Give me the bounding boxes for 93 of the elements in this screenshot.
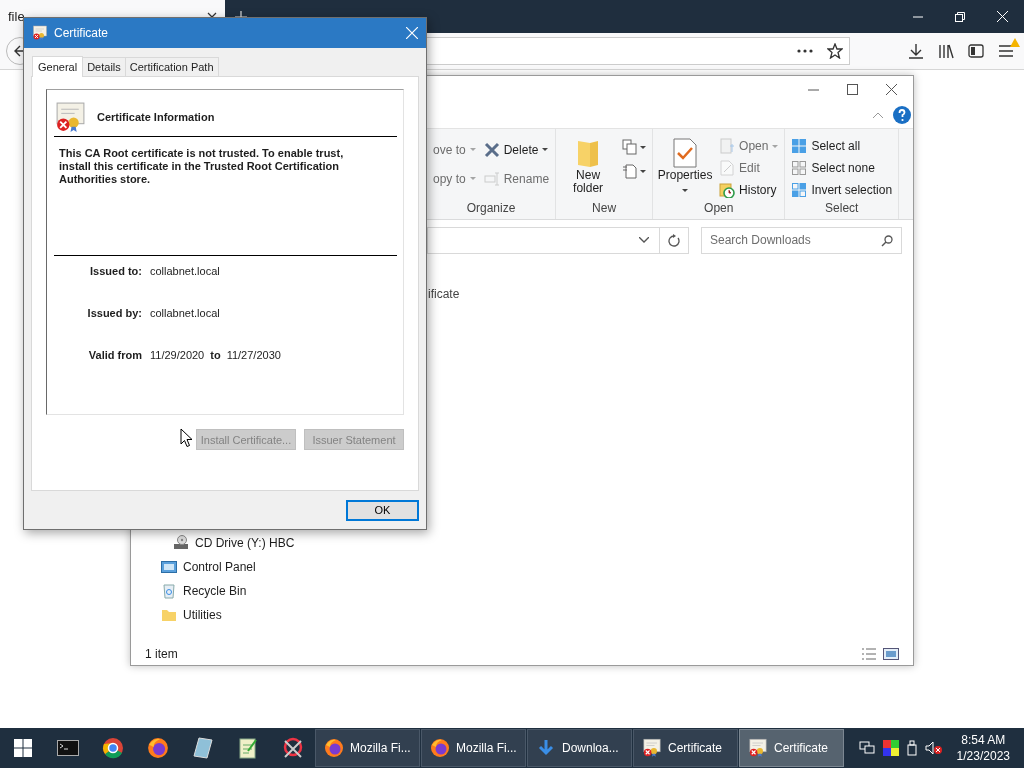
certificate-icon — [32, 25, 48, 41]
more-icon[interactable] — [797, 49, 813, 53]
field-label: Issued to: — [89, 265, 142, 279]
empty-grid-icon — [791, 160, 808, 176]
ribbon-group-label: Organize — [465, 201, 517, 217]
ribbon-button[interactable]: History — [719, 179, 779, 201]
maximize-icon[interactable] — [847, 83, 858, 95]
copy-icon — [622, 139, 639, 155]
nav-item[interactable]: CD Drive (Y:) HBC — [161, 531, 913, 555]
search-field[interactable]: Search Downloads — [701, 226, 902, 254]
date-value: 11/29/2020 — [150, 349, 205, 363]
field-label: Valid from — [87, 349, 142, 363]
caret-icon — [772, 144, 779, 148]
field-value: collabnet.local — [150, 307, 220, 319]
nav-item[interactable]: Utilities — [161, 603, 913, 627]
item-count: 1 item — [145, 647, 178, 661]
color-app-icon[interactable] — [882, 740, 899, 756]
grid-icon — [791, 138, 808, 154]
library-icon[interactable] — [938, 43, 954, 59]
taskbar-button[interactable]: Downloa... — [527, 729, 632, 767]
caret-icon — [682, 189, 689, 192]
tab-title: file — [8, 9, 25, 24]
notepad-plus-icon[interactable] — [237, 737, 258, 759]
restore-icon[interactable] — [955, 11, 965, 22]
ribbon-button[interactable]: Properties — [659, 135, 712, 195]
certificate-icon — [748, 738, 768, 758]
ribbon-button[interactable]: Select all — [791, 135, 893, 157]
certificate-icon — [54, 100, 87, 134]
nav-item[interactable]: Recycle Bin — [161, 579, 913, 603]
muted-speaker-icon[interactable] — [924, 741, 943, 755]
document-icon — [622, 163, 639, 179]
large-icons-view-icon[interactable] — [883, 648, 899, 660]
help-icon[interactable] — [893, 106, 911, 124]
ribbon-button[interactable]: Select none — [791, 157, 893, 179]
chevron-down-icon[interactable] — [639, 237, 649, 243]
windows-icon[interactable] — [13, 739, 32, 757]
tab[interactable]: Certification Path — [124, 57, 219, 76]
date-separator: to — [210, 349, 221, 363]
ribbon-button[interactable]: Delete — [483, 135, 550, 164]
ribbon-button[interactable]: Invert selection — [791, 179, 893, 201]
usb-drive-icon[interactable] — [906, 740, 917, 756]
search-icon[interactable] — [881, 234, 893, 247]
download-icon[interactable] — [908, 43, 924, 59]
field-label: Issued by: — [86, 307, 142, 321]
warning-badge-icon — [1010, 38, 1020, 47]
ribbon-button[interactable]: New folder — [562, 135, 615, 195]
taskbar-button[interactable]: Certificate — [633, 729, 738, 767]
caret-icon — [640, 169, 647, 173]
firefox-icon — [324, 738, 344, 758]
drive-icon — [173, 535, 189, 551]
field-value: collabnet.local — [150, 265, 220, 277]
clock-time: 8:54 AM — [961, 732, 1006, 748]
menu-icon[interactable] — [998, 44, 1014, 58]
close-icon[interactable] — [886, 83, 897, 95]
delete-icon — [483, 141, 500, 158]
firefox-icon[interactable] — [146, 737, 169, 759]
control-panel-icon — [161, 559, 177, 575]
history-icon — [719, 182, 736, 198]
sidebar-icon[interactable] — [968, 44, 984, 58]
taskbar-button[interactable]: Mozilla Fi... — [421, 729, 526, 767]
taskbar-button[interactable]: Certificate — [739, 729, 844, 767]
chrome-icon[interactable] — [101, 737, 124, 759]
caret-icon — [640, 145, 647, 149]
section-heading: Certificate Information — [97, 111, 215, 123]
download-icon — [536, 738, 556, 758]
refresh-icon[interactable] — [668, 233, 680, 247]
certificate-icon — [642, 738, 662, 758]
network-icon[interactable] — [858, 741, 875, 755]
ribbon-group-label: New — [591, 201, 618, 217]
taskbar-button[interactable]: Mozilla Fi... — [315, 729, 420, 767]
firefox-icon — [430, 738, 450, 758]
clock-date: 1/23/2023 — [956, 748, 1010, 764]
edit-icon — [719, 160, 736, 176]
clock[interactable]: 8:54 AM 1/23/2023 — [950, 732, 1018, 764]
date-value: 11/27/2030 — [226, 349, 281, 363]
file-name[interactable]: ificate — [428, 287, 460, 301]
ok-button[interactable]: OK — [346, 499, 419, 521]
chevron-up-icon[interactable] — [873, 112, 883, 118]
caret-icon — [469, 177, 476, 180]
mouse-pointer-icon — [180, 428, 193, 448]
recycle-bin-icon — [161, 583, 177, 599]
warning-message: This CA Root certificate is not trusted. To enable trust, install this certificate in the Trusted Root Certification Authorities store. — [59, 147, 344, 185]
folder-icon — [161, 607, 177, 623]
nav-item[interactable]: Control Panel — [161, 555, 913, 579]
ribbon-group-label: Open — [703, 201, 735, 217]
star-icon[interactable] — [827, 43, 843, 59]
ribbon-group-label: Select — [824, 201, 860, 217]
notepad-icon[interactable] — [192, 737, 213, 759]
caret-icon — [542, 148, 549, 151]
invert-grid-icon — [791, 182, 808, 198]
caret-icon — [469, 148, 476, 151]
terminal-icon[interactable] — [56, 740, 79, 756]
tab[interactable]: General — [32, 56, 84, 77]
